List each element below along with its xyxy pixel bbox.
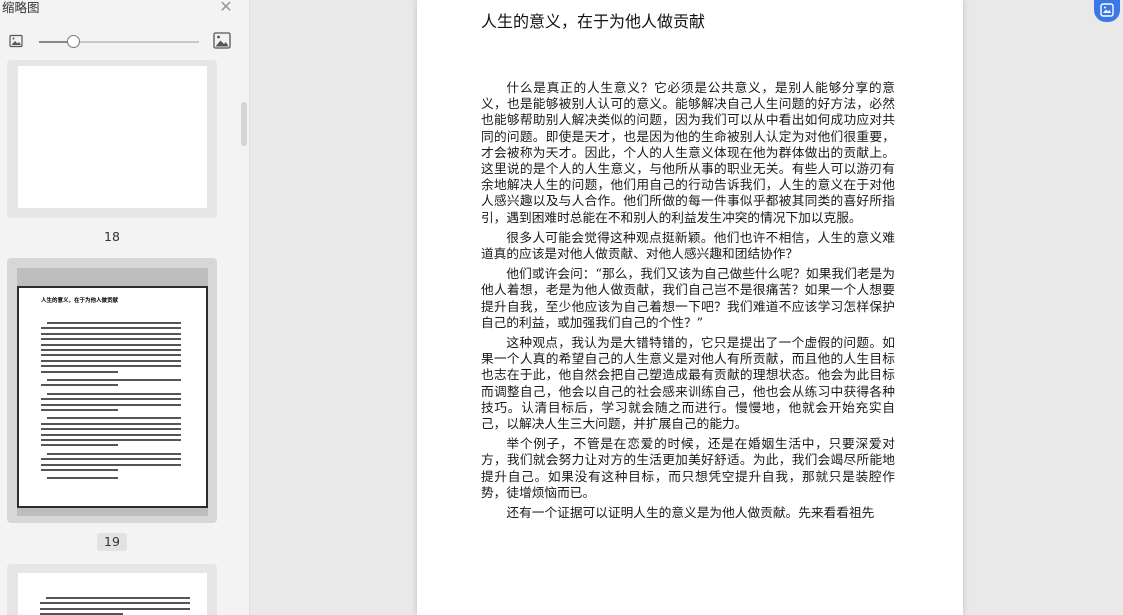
paragraph: 还有一个证据可以证明人生的意义是为他人做贡献。先来看看祖先 [506, 505, 875, 521]
thumbnail-top-strip [17, 268, 208, 286]
thumbnail-text-line [41, 469, 118, 471]
thumbnail-text-line [41, 433, 181, 436]
thumbnail-page-19[interactable]: 人生的意义，在于为他人做贡献 [7, 258, 217, 523]
thumbnail-text-line [40, 602, 190, 605]
thumbnail-text-line [41, 398, 181, 401]
thumbnail-text-line [47, 477, 118, 480]
thumbnail-text-line [41, 327, 181, 330]
zoom-slider[interactable] [39, 35, 199, 48]
thumbnail-text-line [41, 463, 181, 466]
thumbnail-page-18[interactable] [7, 60, 217, 218]
paragraph: 这种观点，我认为是大错特错的，它只是提出了一个虚假的问题。如果一个人真的希望自己… [481, 335, 895, 432]
document-body: 什么是真正的人生意义？它必须是公共意义，是别人能够分享的意义，也是能够被别人认可… [481, 80, 895, 525]
thumbnail-text-line [41, 338, 181, 341]
thumbnail-text-line [41, 370, 118, 373]
thumbnail-text-line [41, 349, 181, 351]
thumbnail-bottom-strip [17, 508, 208, 516]
image-large-icon[interactable] [213, 32, 231, 49]
thumbnail-text-line [41, 359, 181, 362]
thumbnail-text-line [47, 392, 181, 395]
paragraph: 什么是真正的人生意义？它必须是公共意义，是别人能够分享的意义，也是能够被别人认可… [481, 80, 895, 225]
sidebar-title: 缩略图 [2, 0, 40, 15]
thumbnail-text-line [41, 458, 181, 461]
thumbnail-text-line [41, 343, 181, 346]
page-title: 人生的意义，在于为他人做贡献 [481, 12, 706, 31]
thumbnail-page-20[interactable] [7, 564, 217, 615]
thumbnail-text-line [41, 444, 118, 447]
document-viewer[interactable]: 人生的意义，在于为他人做贡献 什么是真正的人生意义？它必须是公共意义，是别人能够… [251, 0, 1123, 615]
close-icon[interactable]: ✕ [218, 0, 234, 16]
thumbnail-text-line [41, 428, 181, 431]
thumbnail-page-number: 18 [104, 229, 120, 244]
thumbnail-text-line [41, 332, 181, 335]
thumbnail-text-line [41, 403, 181, 406]
paragraph: 他们或许会问：“那么，我们又该为自己做些什么呢？如果我们老是为他人着想，老是为他… [481, 266, 895, 330]
thumbnail-text-line [41, 354, 181, 357]
thumbnail-text-line [40, 607, 190, 610]
sidebar-scrollbar[interactable] [241, 102, 247, 146]
image-edit-icon [1100, 3, 1114, 17]
image-small-icon[interactable] [9, 34, 23, 48]
thumbnail-text-line [41, 384, 118, 387]
thumbnail-title: 人生的意义，在于为他人做贡献 [41, 298, 119, 304]
thumbnail-text-line [47, 322, 181, 324]
paragraph: 举个例子，不管是在恋爱的时候，还是在婚姻生活中，只要深爱对方，我们就会努力让对方… [481, 436, 895, 500]
thumbnail-text-line [47, 452, 181, 455]
thumbnail-sidebar: 缩略图 ✕ 18 人生的意义，在于为他人做贡献 19 [0, 0, 250, 615]
thumbnail-text-line [41, 365, 181, 368]
thumbnail-page-number: 19 [97, 533, 127, 551]
thumbnail-paper: 人生的意义，在于为他人做贡献 [17, 286, 208, 508]
thumbnail-text-line [46, 597, 190, 599]
thumbnail-paper [18, 573, 207, 615]
thumbnail-text-line [41, 409, 118, 411]
thumbnail-text-line [41, 422, 181, 425]
thumbnail-text-line [47, 417, 181, 420]
document-page: 人生的意义，在于为他人做贡献 什么是真正的人生意义？它必须是公共意义，是别人能够… [417, 0, 963, 615]
zoom-slider-knob[interactable] [67, 35, 80, 48]
thumbnail-paper [18, 66, 207, 208]
zoom-control [0, 28, 249, 56]
paragraph: 很多人可能会觉得这种观点挺新颖。他们也许不相信，人生的意义难道真的应该是对他人做… [481, 229, 895, 262]
thumbnail-text-line [47, 379, 181, 381]
image-tool-button[interactable] [1094, 0, 1120, 22]
thumbnail-text-line [41, 439, 181, 441]
